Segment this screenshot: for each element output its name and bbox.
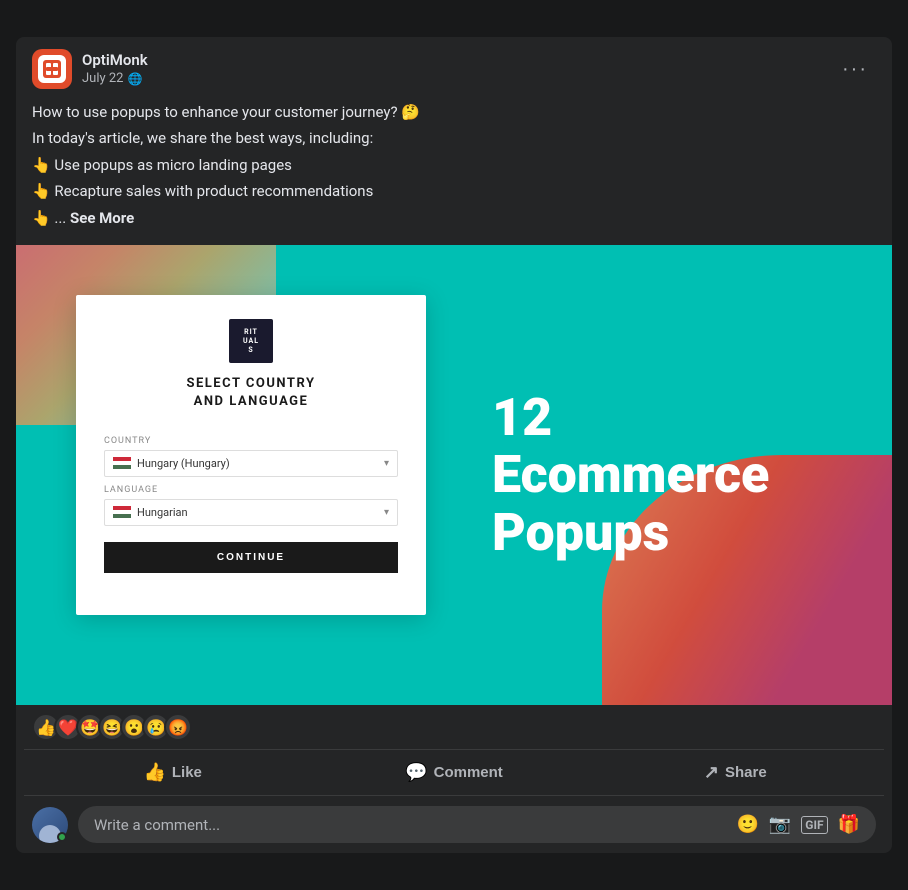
post-header: OptiMonk July 22 🌐 ··· [16,37,892,97]
like-icon: 👍 [143,762,165,783]
share-button[interactable]: ↗ Share [595,754,876,791]
more-options-button[interactable]: ··· [834,55,876,83]
ritual-logo-text: RITUALS [243,328,259,355]
globe-icon: 🌐 [128,72,143,86]
author-name[interactable]: OptiMonk [82,51,148,69]
post-image-banner: RITUALS SELECT COUNTRY AND LANGUAGE COUN… [16,245,892,705]
language-chevron-icon: ▾ [384,507,389,518]
reactions-row: 👍 ❤️ 🤩 😆 😮 😢 😡 [16,705,892,749]
language-select[interactable]: Hungarian ▾ [104,499,398,526]
post-text-line2: In today's article, we share the best wa… [32,127,876,150]
country-field-label: COUNTRY [104,436,398,446]
comment-input-box[interactable]: Write a comment... 🙂 📷 GIF 🎁 [78,806,876,843]
comment-icon: 💬 [405,762,427,783]
post-text-line3: 👆 Use popups as micro landing pages [32,154,876,177]
page-avatar[interactable] [32,49,72,89]
optimonk-logo-icon [38,55,66,83]
language-field-label: LANGUAGE [104,485,398,495]
post-body-text: How to use popups to enhance your custom… [16,97,892,246]
action-buttons-row: 👍 Like 💬 Comment ↗ Share [24,749,884,796]
commenter-avatar-container [32,807,68,843]
comment-icon-group: 🙂 📷 GIF 🎁 [736,814,860,835]
ritual-logo: RITUALS [229,319,273,363]
post-text-line4: 👆 Recapture sales with product recommend… [32,180,876,203]
share-icon: ↗ [704,762,719,783]
share-label: Share [725,764,767,781]
like-button[interactable]: 👍 Like [32,754,313,791]
reaction-emojis-list: 👍 ❤️ 🤩 😆 😮 😢 😡 [32,713,192,741]
post-meta: OptiMonk July 22 🌐 [82,51,148,86]
popup-card-title: SELECT COUNTRY AND LANGUAGE [186,375,315,411]
language-select-left: Hungarian [113,506,188,519]
banner-heading: 12 Ecommerce Popups [492,389,832,561]
post-date: July 22 🌐 [82,71,148,86]
post-header-left: OptiMonk July 22 🌐 [32,49,148,89]
continue-button[interactable]: CONTINUE [104,542,398,573]
country-select[interactable]: Hungary (Hungary) ▾ [104,450,398,477]
sticker-icon[interactable]: 🎁 [838,814,860,835]
hungary-flag-icon [113,457,131,469]
reaction-angry[interactable]: 😡 [164,713,192,741]
country-select-left: Hungary (Hungary) [113,457,230,470]
post-text-line5: 👆 ... See More [32,207,876,230]
banner-heading-text: 12 Ecommerce Popups [492,389,832,561]
gif-icon[interactable]: GIF [801,816,827,834]
post-text-line1: How to use popups to enhance your custom… [32,101,876,124]
country-chevron-icon: ▾ [384,458,389,469]
post-card: OptiMonk July 22 🌐 ··· How to use popups… [16,37,892,854]
like-label: Like [172,764,202,781]
comment-input-area: Write a comment... 🙂 📷 GIF 🎁 [16,796,892,853]
hungary-flag-icon-2 [113,506,131,518]
camera-icon[interactable]: 📷 [769,814,791,835]
comment-label: Comment [434,764,503,781]
popup-card-mockup: RITUALS SELECT COUNTRY AND LANGUAGE COUN… [76,295,426,615]
comment-placeholder: Write a comment... [94,816,220,834]
see-more-button[interactable]: See More [70,209,134,227]
comment-button[interactable]: 💬 Comment [313,754,594,791]
online-status-dot [57,832,67,842]
emoji-icon[interactable]: 🙂 [736,814,758,835]
